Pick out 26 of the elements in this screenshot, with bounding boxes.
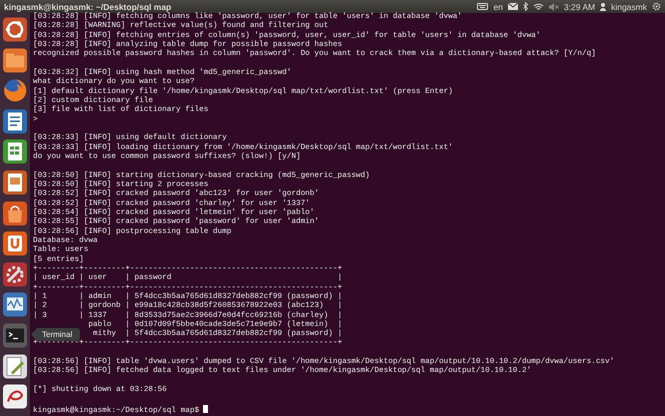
- wifi-icon[interactable]: [532, 2, 544, 10]
- shopping-bag-icon[interactable]: [2, 200, 28, 227]
- volume-muted-icon[interactable]: [548, 2, 559, 10]
- tooltip: Terminal: [31, 328, 80, 341]
- globe-icon[interactable]: [2, 77, 28, 104]
- folder-icon[interactable]: [2, 46, 28, 74]
- clock[interactable]: 3:29 AM: [564, 2, 596, 12]
- spreadsheet-icon[interactable]: [2, 138, 28, 166]
- cursor: [203, 404, 208, 413]
- monitor-chart-icon[interactable]: [2, 291, 28, 318]
- u-shape-icon[interactable]: [2, 230, 28, 258]
- presentation-icon[interactable]: [2, 168, 28, 196]
- keyboard-icon[interactable]: [477, 3, 488, 10]
- document-viewer-icon[interactable]: [2, 383, 28, 410]
- user-icon[interactable]: [600, 2, 606, 10]
- notepad-pencil-icon[interactable]: [2, 352, 28, 380]
- document-icon[interactable]: [2, 108, 28, 135]
- bluetooth-icon[interactable]: [522, 2, 528, 11]
- gear-icon[interactable]: [652, 2, 661, 11]
- user-name[interactable]: kingasmk: [611, 2, 647, 12]
- wrench-gear-icon[interactable]: [2, 260, 28, 288]
- language-indicator[interactable]: en: [493, 2, 503, 12]
- terminal-icon[interactable]: [2, 322, 28, 349]
- envelope-icon[interactable]: [508, 3, 518, 10]
- circle-of-friends-icon[interactable]: [2, 16, 28, 43]
- window-title: kingasmk@kingasmk: ~/Desktop/sql map: [4, 2, 172, 12]
